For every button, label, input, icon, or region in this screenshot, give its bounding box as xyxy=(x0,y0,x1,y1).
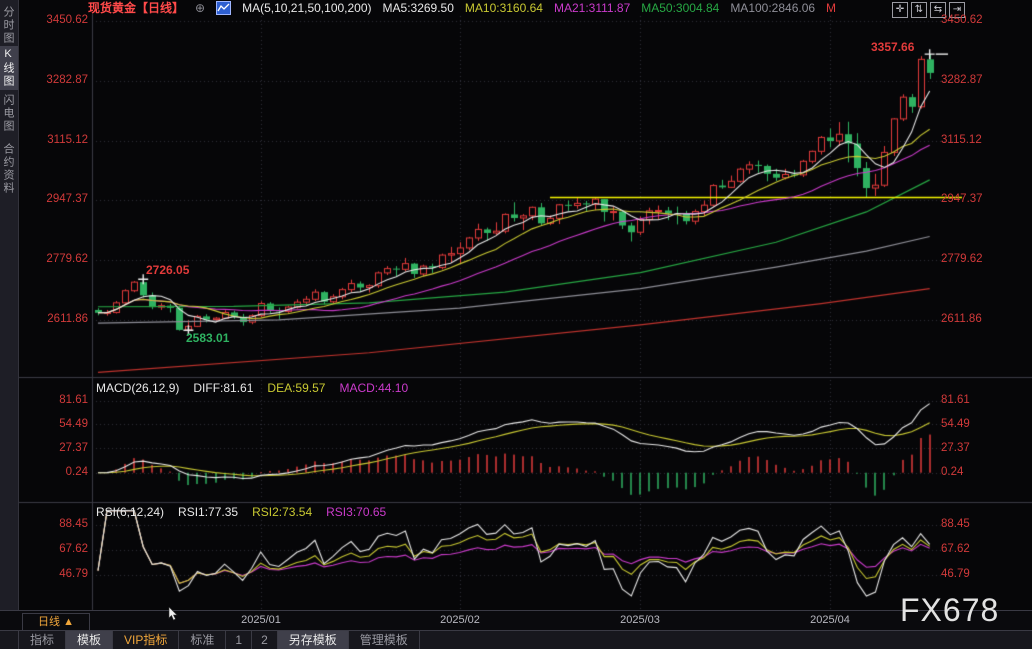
price-axis-label: 2779.62 xyxy=(941,253,1001,265)
tab-2[interactable]: 2 xyxy=(252,631,278,649)
macd-hist-value: MACD:44.10 xyxy=(339,381,408,395)
tab-indicators[interactable]: 指标 xyxy=(18,631,66,649)
x-axis-date-label: 2025/01 xyxy=(229,614,293,626)
trading-app-window: 分时图 K线图 闪电图 合约资料 现货黄金【日线】 ⊕ MA(5,10,21,5… xyxy=(0,0,1032,649)
ma5-value: MA5:3269.50 xyxy=(383,1,454,15)
vertical-scale-icon[interactable]: ⇅ xyxy=(911,2,927,18)
price-axis-label: 3115.12 xyxy=(941,134,1001,146)
ma100-value: MA100:2846.06 xyxy=(730,1,815,15)
price-axis-label: 3282.87 xyxy=(941,74,1001,86)
price-axis-label: 2779.62 xyxy=(28,253,88,265)
circle-plus-icon[interactable]: ⊕ xyxy=(195,1,205,15)
left-sidebar: 分时图 K线图 闪电图 合约资料 xyxy=(0,0,19,630)
period-label: 日线 xyxy=(38,616,60,628)
ma50-value: MA50:3004.84 xyxy=(641,1,719,15)
macd-header: MACD(26,12,9) DIFF:81.61 DEA:59.57 MACD:… xyxy=(96,381,408,395)
high-annotation: 2726.05 xyxy=(146,263,189,277)
symbol-name: 现货黄金 xyxy=(88,1,136,15)
macd-axis-label: 27.37 xyxy=(28,442,88,454)
macd-axis-label: 0.24 xyxy=(941,466,1001,478)
high-annotation: 3357.66 xyxy=(871,40,914,54)
sidebar-item-candle-chart[interactable]: K线图 xyxy=(0,46,18,90)
price-axis-label: 3450.62 xyxy=(941,14,1001,26)
tab-save-template[interactable]: 另存模板 xyxy=(278,631,349,649)
rsi-axis-label: 67.62 xyxy=(28,543,88,555)
ma200-value-truncated: M xyxy=(826,1,836,15)
macd-axis-label: 54.49 xyxy=(28,418,88,430)
sidebar-item-lightning-chart[interactable]: 闪电图 xyxy=(0,92,18,134)
price-axis-label: 2611.86 xyxy=(28,313,88,325)
tab-templates[interactable]: 模板 xyxy=(66,631,113,649)
sidebar-item-contract-info[interactable]: 合约资料 xyxy=(0,140,18,198)
rsi-axis-label: 88.45 xyxy=(941,518,1001,530)
macd-axis-label: 54.49 xyxy=(941,418,1001,430)
indicator-chart-icon[interactable] xyxy=(216,1,231,15)
tab-standard[interactable]: 标准 xyxy=(179,631,226,649)
watermark: FX678 xyxy=(900,592,999,629)
rsi-header: RSI(6,12,24) RSI1:77.35 RSI2:73.54 RSI3:… xyxy=(96,505,386,519)
symbol-title: 现货黄金【日线】 xyxy=(88,0,184,16)
price-axis-label: 3282.87 xyxy=(28,74,88,86)
x-axis-date-label: 2025/02 xyxy=(428,614,492,626)
rsi2-value: RSI2:73.54 xyxy=(252,505,312,519)
rsi-axis-label: 67.62 xyxy=(941,543,1001,555)
crosshair-icon[interactable]: ✛ xyxy=(892,2,908,18)
macd-dea-value: DEA:59.57 xyxy=(267,381,325,395)
price-axis-label: 3450.62 xyxy=(28,14,88,26)
triangle-up-icon: ▲ xyxy=(63,616,74,628)
macd-diff-value: DIFF:81.61 xyxy=(193,381,253,395)
x-axis-date-label: 2025/04 xyxy=(798,614,862,626)
period-tag: 【日线】 xyxy=(136,1,184,15)
macd-axis-label: 27.37 xyxy=(941,442,1001,454)
sidebar-item-time-chart[interactable]: 分时图 xyxy=(0,4,18,46)
mouse-cursor xyxy=(168,607,178,626)
chart-header: 现货黄金【日线】 ⊕ MA(5,10,21,50,100,200) MA5:32… xyxy=(88,0,836,15)
period-selector[interactable]: 日线 ▲ xyxy=(22,613,90,631)
status-bar: 日线 ▲ 2025/01 2025/02 2025/03 2025/04 xyxy=(0,610,1032,631)
rsi-axis-label: 46.79 xyxy=(28,568,88,580)
macd-axis-label: 81.61 xyxy=(28,394,88,406)
rsi-axis-label: 46.79 xyxy=(941,568,1001,580)
rsi-params: RSI(6,12,24) xyxy=(96,505,164,519)
tab-1[interactable]: 1 xyxy=(226,631,252,649)
rsi1-value: RSI1:77.35 xyxy=(178,505,238,519)
low-annotation: 2583.01 xyxy=(186,331,229,345)
ma-config-label: MA(5,10,21,50,100,200) xyxy=(242,1,371,15)
ma10-value: MA10:3160.64 xyxy=(465,1,543,15)
macd-axis-label: 81.61 xyxy=(941,394,1001,406)
rsi3-value: RSI3:70.65 xyxy=(326,505,386,519)
price-axis-label: 3115.12 xyxy=(28,134,88,146)
macd-params: MACD(26,12,9) xyxy=(96,381,179,395)
macd-axis-label: 0.24 xyxy=(28,466,88,478)
chart-canvas[interactable] xyxy=(0,0,1032,649)
bottom-tab-bar: 指标 模板 VIP指标 标准 1 2 另存模板 管理模板 xyxy=(0,630,1032,649)
tab-vip-indicators[interactable]: VIP指标 xyxy=(113,631,179,649)
price-axis-label: 2611.86 xyxy=(941,313,1001,325)
price-axis-label: 2947.37 xyxy=(941,193,1001,205)
ma21-value: MA21:3111.87 xyxy=(554,1,630,15)
price-axis-label: 2947.37 xyxy=(28,193,88,205)
tab-manage-template[interactable]: 管理模板 xyxy=(349,631,420,649)
rsi-axis-label: 88.45 xyxy=(28,518,88,530)
x-axis-date-label: 2025/03 xyxy=(608,614,672,626)
